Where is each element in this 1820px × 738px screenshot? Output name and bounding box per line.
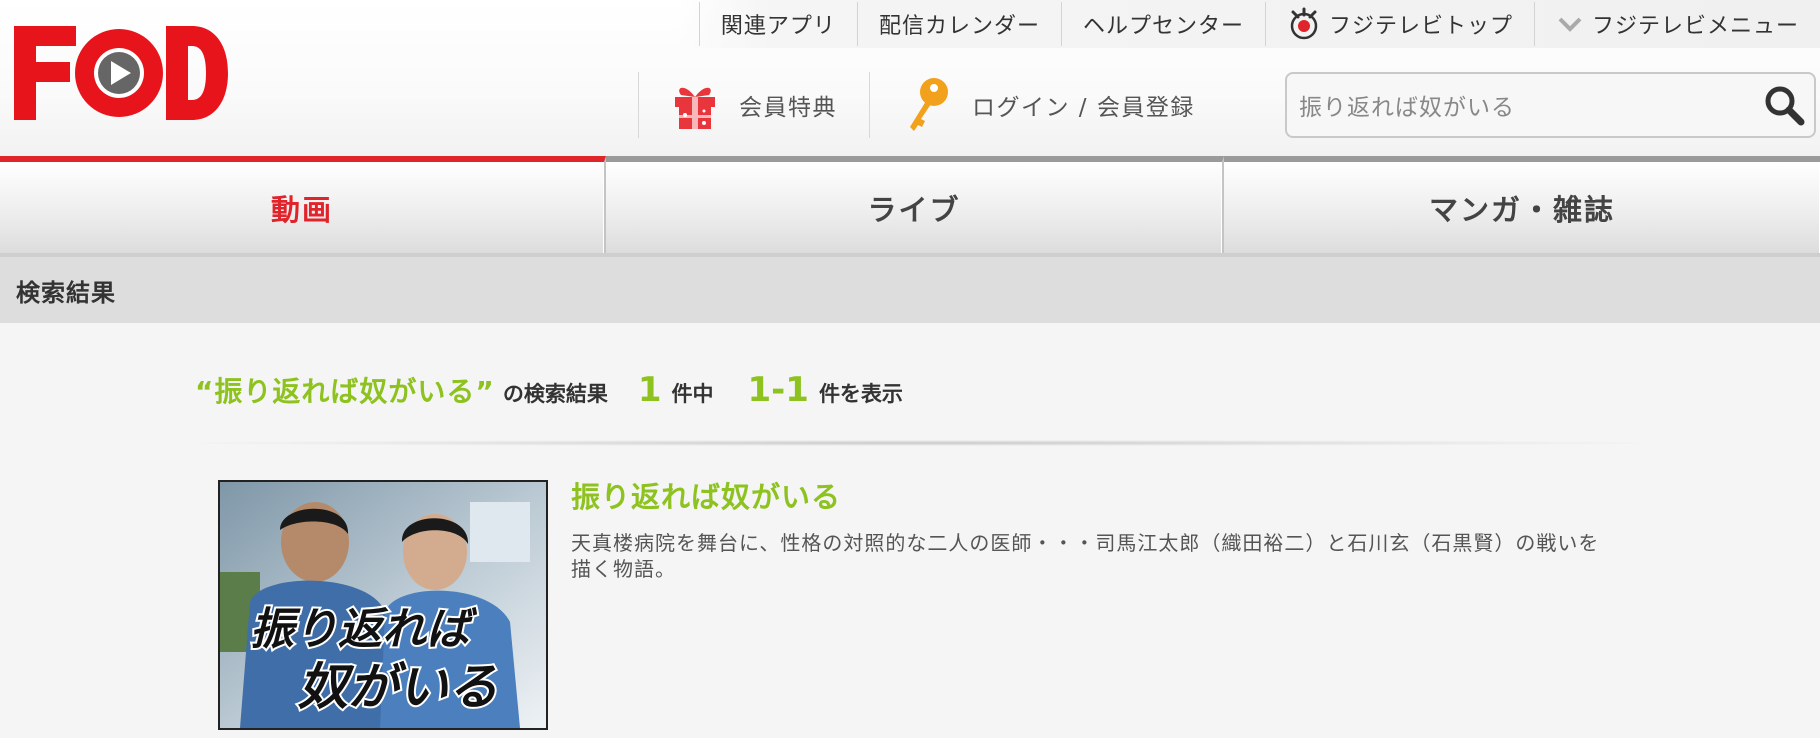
top-nav: 関連アプリ 配信カレンダー ヘルプセンター フジテレビトップ フジテレビメニュー — [678, 0, 1820, 48]
summary-range: 1-1 — [747, 370, 809, 410]
category-tabs: 動画 ライブ マンガ・雑誌 — [0, 156, 1820, 254]
summary-showing-label: 件を表示 — [818, 382, 903, 406]
login-register-label: ログイン / 会員登録 — [972, 95, 1195, 121]
search-box — [1285, 72, 1816, 138]
search-summary: “ 振り返れば奴がいる ” の検索結果 1 件中 1-1 件を表示 — [195, 370, 903, 418]
key-icon — [910, 78, 948, 131]
section-title-bar: 検索結果 — [0, 257, 1820, 323]
top-nav-label: 配信カレンダー — [878, 14, 1040, 39]
search-button[interactable] — [1754, 75, 1814, 135]
tab-manga-magazine[interactable]: マンガ・雑誌 — [1224, 156, 1820, 254]
top-nav-help-center[interactable]: ヘルプセンター — [1060, 2, 1265, 46]
search-input[interactable] — [1287, 74, 1754, 136]
top-nav-label: 関連アプリ — [720, 14, 836, 39]
thumbnail-title-line2: 奴がいる — [297, 658, 498, 716]
top-nav-fujitv-top[interactable]: フジテレビトップ — [1264, 2, 1534, 46]
summary-total-count: 1 — [637, 370, 662, 410]
tab-label: マンガ・雑誌 — [1428, 193, 1615, 227]
thumbnail-title-line1: 振り返れば — [250, 604, 478, 655]
top-nav-label: フジテレビメニュー — [1591, 14, 1799, 39]
section-title: 検索結果 — [16, 278, 116, 307]
summary-of-label: 件中 — [671, 382, 714, 406]
fujitv-eye-icon — [1290, 7, 1318, 40]
summary-results-label: の検索結果 — [502, 382, 608, 406]
summary-divider — [195, 440, 1645, 446]
tab-video[interactable]: 動画 — [0, 156, 606, 254]
gift-icon — [675, 87, 715, 129]
top-nav-label: フジテレビトップ — [1328, 14, 1513, 39]
top-nav-label: ヘルプセンター — [1082, 14, 1244, 39]
tab-label: ライブ — [867, 193, 961, 227]
result-title[interactable]: 振り返れば奴がいる — [571, 474, 841, 516]
account-bar: 会員特典 ログイン / 会員登録 — [638, 72, 1227, 138]
result-thumbnail[interactable]: 振り返れば 奴がいる — [218, 480, 548, 730]
thumbnail-image: 振り返れば 奴がいる — [220, 482, 546, 728]
login-register-link[interactable]: ログイン / 会員登録 — [869, 72, 1227, 138]
search-icon — [1765, 86, 1805, 126]
summary-close-quote: ” — [475, 375, 495, 408]
top-nav-fujitv-menu[interactable]: フジテレビメニュー — [1533, 2, 1820, 46]
summary-open-quote: “ — [195, 375, 215, 408]
member-benefits-label: 会員特典 — [739, 95, 837, 121]
summary-query: 振り返れば奴がいる — [214, 375, 476, 408]
site-header: 関連アプリ 配信カレンダー ヘルプセンター フジテレビトップ フジテレビメニュー — [0, 0, 1820, 156]
member-benefits-link[interactable]: 会員特典 — [638, 72, 869, 138]
tab-live[interactable]: ライブ — [606, 156, 1224, 254]
chevron-down-icon — [1558, 17, 1582, 32]
top-nav-schedule-calendar[interactable]: 配信カレンダー — [856, 2, 1061, 46]
top-nav-related-apps[interactable]: 関連アプリ — [698, 2, 857, 46]
result-description: 天真楼病院を舞台に、性格の対照的な二人の医師・・・司馬江太郎（織田裕二）と石川玄… — [571, 531, 1600, 581]
tab-label: 動画 — [270, 193, 333, 227]
fod-logo[interactable] — [14, 26, 229, 120]
